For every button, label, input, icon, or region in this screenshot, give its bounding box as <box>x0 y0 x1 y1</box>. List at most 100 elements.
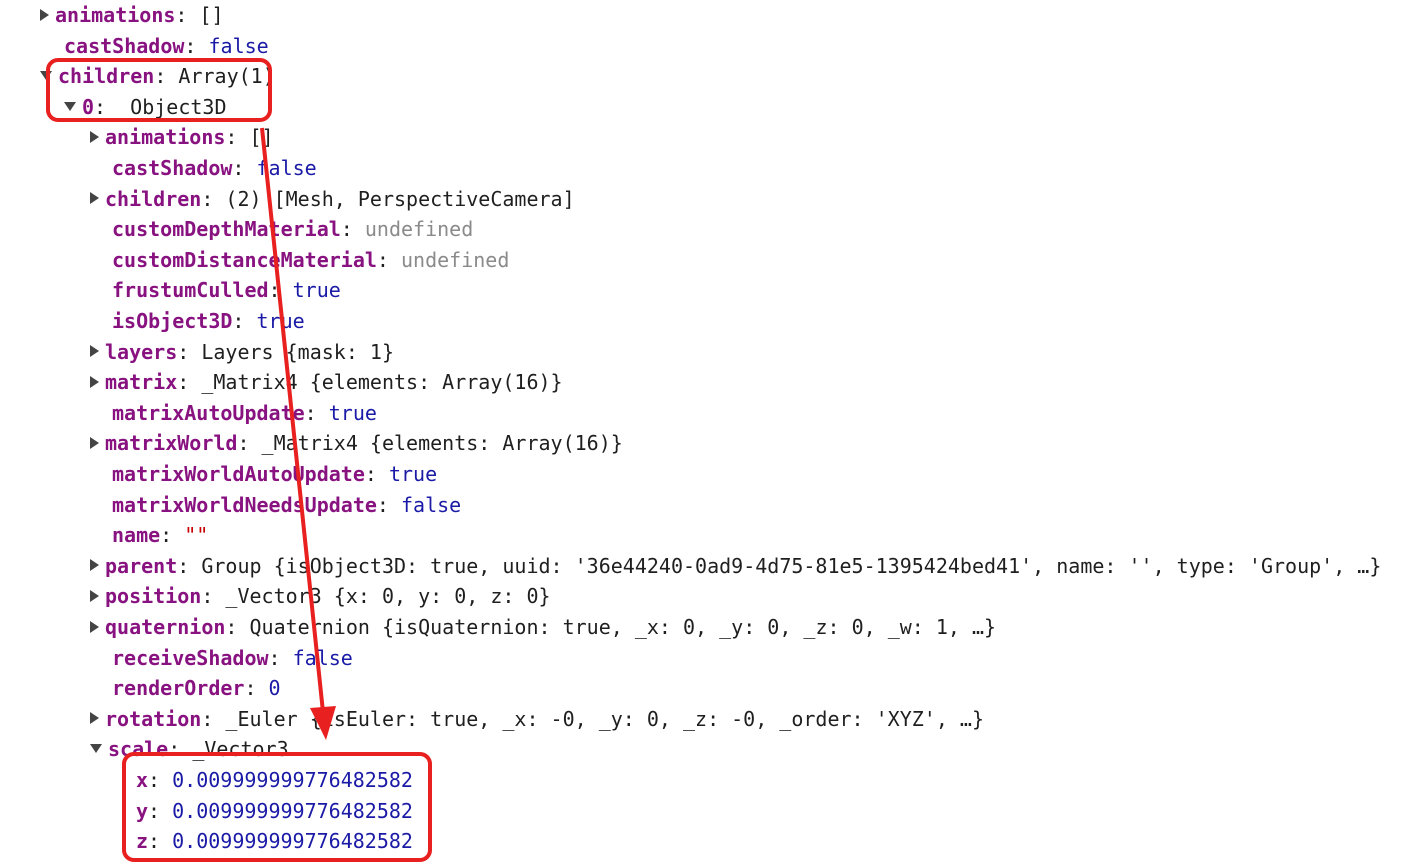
colon-separator: : <box>177 553 202 578</box>
expand-triangle-right-icon[interactable] <box>90 559 99 572</box>
colon-separator: : <box>201 706 226 731</box>
property-value: true <box>328 400 377 425</box>
property-row[interactable]: matrix: _Matrix4 {elements: Array(16)} <box>90 367 563 397</box>
property-value: [] <box>199 3 224 27</box>
property-row: customDepthMaterial: undefined <box>112 214 473 244</box>
property-key: y <box>136 798 149 823</box>
property-key: animations <box>105 125 226 150</box>
property-key: scale <box>108 737 169 762</box>
property-key: matrixWorldNeedsUpdate <box>112 492 377 517</box>
property-key: name <box>112 523 161 548</box>
colon-separator: : <box>244 676 269 701</box>
expand-triangle-right-icon[interactable] <box>90 375 99 388</box>
expand-triangle-down-icon[interactable] <box>40 71 52 81</box>
property-value: "" <box>184 523 209 548</box>
expand-triangle-right-icon[interactable] <box>90 712 99 725</box>
property-value: 0 <box>268 676 281 701</box>
expand-triangle-right-icon[interactable] <box>40 8 49 21</box>
property-key: layers <box>105 339 178 364</box>
colon-separator: : <box>340 217 365 242</box>
property-key: customDistanceMaterial <box>112 247 377 272</box>
property-key: children <box>105 186 202 211</box>
property-row[interactable]: children: Array(1) <box>40 61 275 91</box>
property-row[interactable]: 0: _Object3D <box>64 92 227 122</box>
colon-separator: : <box>304 400 329 425</box>
expand-triangle-right-icon[interactable] <box>90 436 99 449</box>
property-key: customDepthMaterial <box>112 217 341 242</box>
property-row: castShadow: false <box>64 31 269 61</box>
colon-separator: : <box>232 309 257 333</box>
colon-separator: : <box>184 33 209 58</box>
property-value: 0.009999999776482582 <box>172 829 413 854</box>
colon-separator: : <box>268 278 293 303</box>
property-row[interactable]: rotation: _Euler {isEuler: true, _x: -0,… <box>90 704 984 734</box>
colon-separator: : <box>175 3 200 27</box>
property-row[interactable]: children: (2) [Mesh, PerspectiveCamera] <box>90 184 575 214</box>
property-value: false <box>256 156 317 180</box>
property-key: matrix <box>105 370 178 395</box>
property-row[interactable]: position: _Vector3 {x: 0, y: 0, z: 0} <box>90 581 551 611</box>
expand-triangle-right-icon[interactable] <box>90 620 99 633</box>
property-value: true <box>388 462 438 486</box>
property-row: matrixAutoUpdate: true <box>112 398 377 428</box>
property-row[interactable]: parent: Group {isObject3D: true, uuid: '… <box>90 551 1381 581</box>
property-key: position <box>105 584 202 609</box>
property-value: (2) [Mesh, PerspectiveCamera] <box>225 186 575 211</box>
property-row: matrixWorldNeedsUpdate: false <box>112 490 461 520</box>
property-value: false <box>208 33 269 58</box>
colon-separator: : <box>201 584 226 609</box>
colon-separator: : <box>225 615 250 639</box>
property-row: z: 0.009999999776482582 <box>136 826 413 856</box>
property-row[interactable]: animations: [] <box>40 0 224 30</box>
property-value: _Euler {isEuler: true, _x: -0, _y: 0, _z… <box>225 706 985 731</box>
expand-triangle-right-icon[interactable] <box>90 130 99 143</box>
property-value: undefined <box>364 217 474 242</box>
colon-separator: : <box>177 370 202 395</box>
property-value: undefined <box>401 247 510 272</box>
expand-triangle-down-icon[interactable] <box>90 744 102 754</box>
property-row[interactable]: layers: Layers {mask: 1} <box>90 337 394 367</box>
property-key: matrixAutoUpdate <box>112 400 305 425</box>
expand-triangle-right-icon[interactable] <box>90 589 99 602</box>
property-value: 0.009999999776482582 <box>172 768 413 792</box>
expand-triangle-down-icon[interactable] <box>64 101 76 111</box>
property-row: y: 0.009999999776482582 <box>136 796 413 826</box>
property-key: 0 <box>82 94 95 119</box>
property-value: _Vector3 <box>192 737 289 762</box>
property-row[interactable]: matrixWorld: _Matrix4 {elements: Array(1… <box>90 428 623 458</box>
colon-separator: : <box>268 645 293 670</box>
property-value: 0.009999999776482582 <box>172 798 413 823</box>
property-key: castShadow <box>64 33 185 58</box>
property-key: z <box>136 829 149 854</box>
property-row[interactable]: animations: [] <box>90 122 274 152</box>
property-row: receiveShadow: false <box>112 643 353 673</box>
colon-separator: : <box>94 94 119 119</box>
property-value: false <box>401 492 462 517</box>
property-key: isObject3D <box>112 309 233 333</box>
property-row: renderOrder: 0 <box>112 673 281 703</box>
colon-separator: : <box>232 156 257 180</box>
property-row[interactable]: scale: _Vector3 <box>90 734 289 764</box>
property-key: renderOrder <box>112 676 245 701</box>
colon-separator: : <box>376 247 401 272</box>
colon-separator: : <box>154 64 179 89</box>
colon-separator: : <box>168 737 193 762</box>
colon-separator: : <box>148 798 173 823</box>
property-key: castShadow <box>112 156 233 180</box>
property-key: animations <box>55 3 176 27</box>
property-value: Array(1) <box>178 64 275 89</box>
property-value: [] <box>249 125 274 150</box>
property-key: receiveShadow <box>112 645 269 670</box>
property-value: _Matrix4 {elements: Array(16)} <box>261 431 623 456</box>
property-key: parent <box>105 553 178 578</box>
expand-triangle-right-icon[interactable] <box>90 345 99 358</box>
property-value: true <box>292 278 341 303</box>
expand-triangle-right-icon[interactable] <box>90 192 99 205</box>
property-row[interactable]: quaternion: Quaternion {isQuaternion: tr… <box>90 612 996 642</box>
property-value: _Object3D <box>118 94 227 119</box>
colon-separator: : <box>225 125 250 150</box>
property-key: children <box>58 64 155 89</box>
property-row: isObject3D: true <box>112 306 305 336</box>
property-key: quaternion <box>105 615 226 639</box>
property-row: frustumCulled: true <box>112 275 341 305</box>
